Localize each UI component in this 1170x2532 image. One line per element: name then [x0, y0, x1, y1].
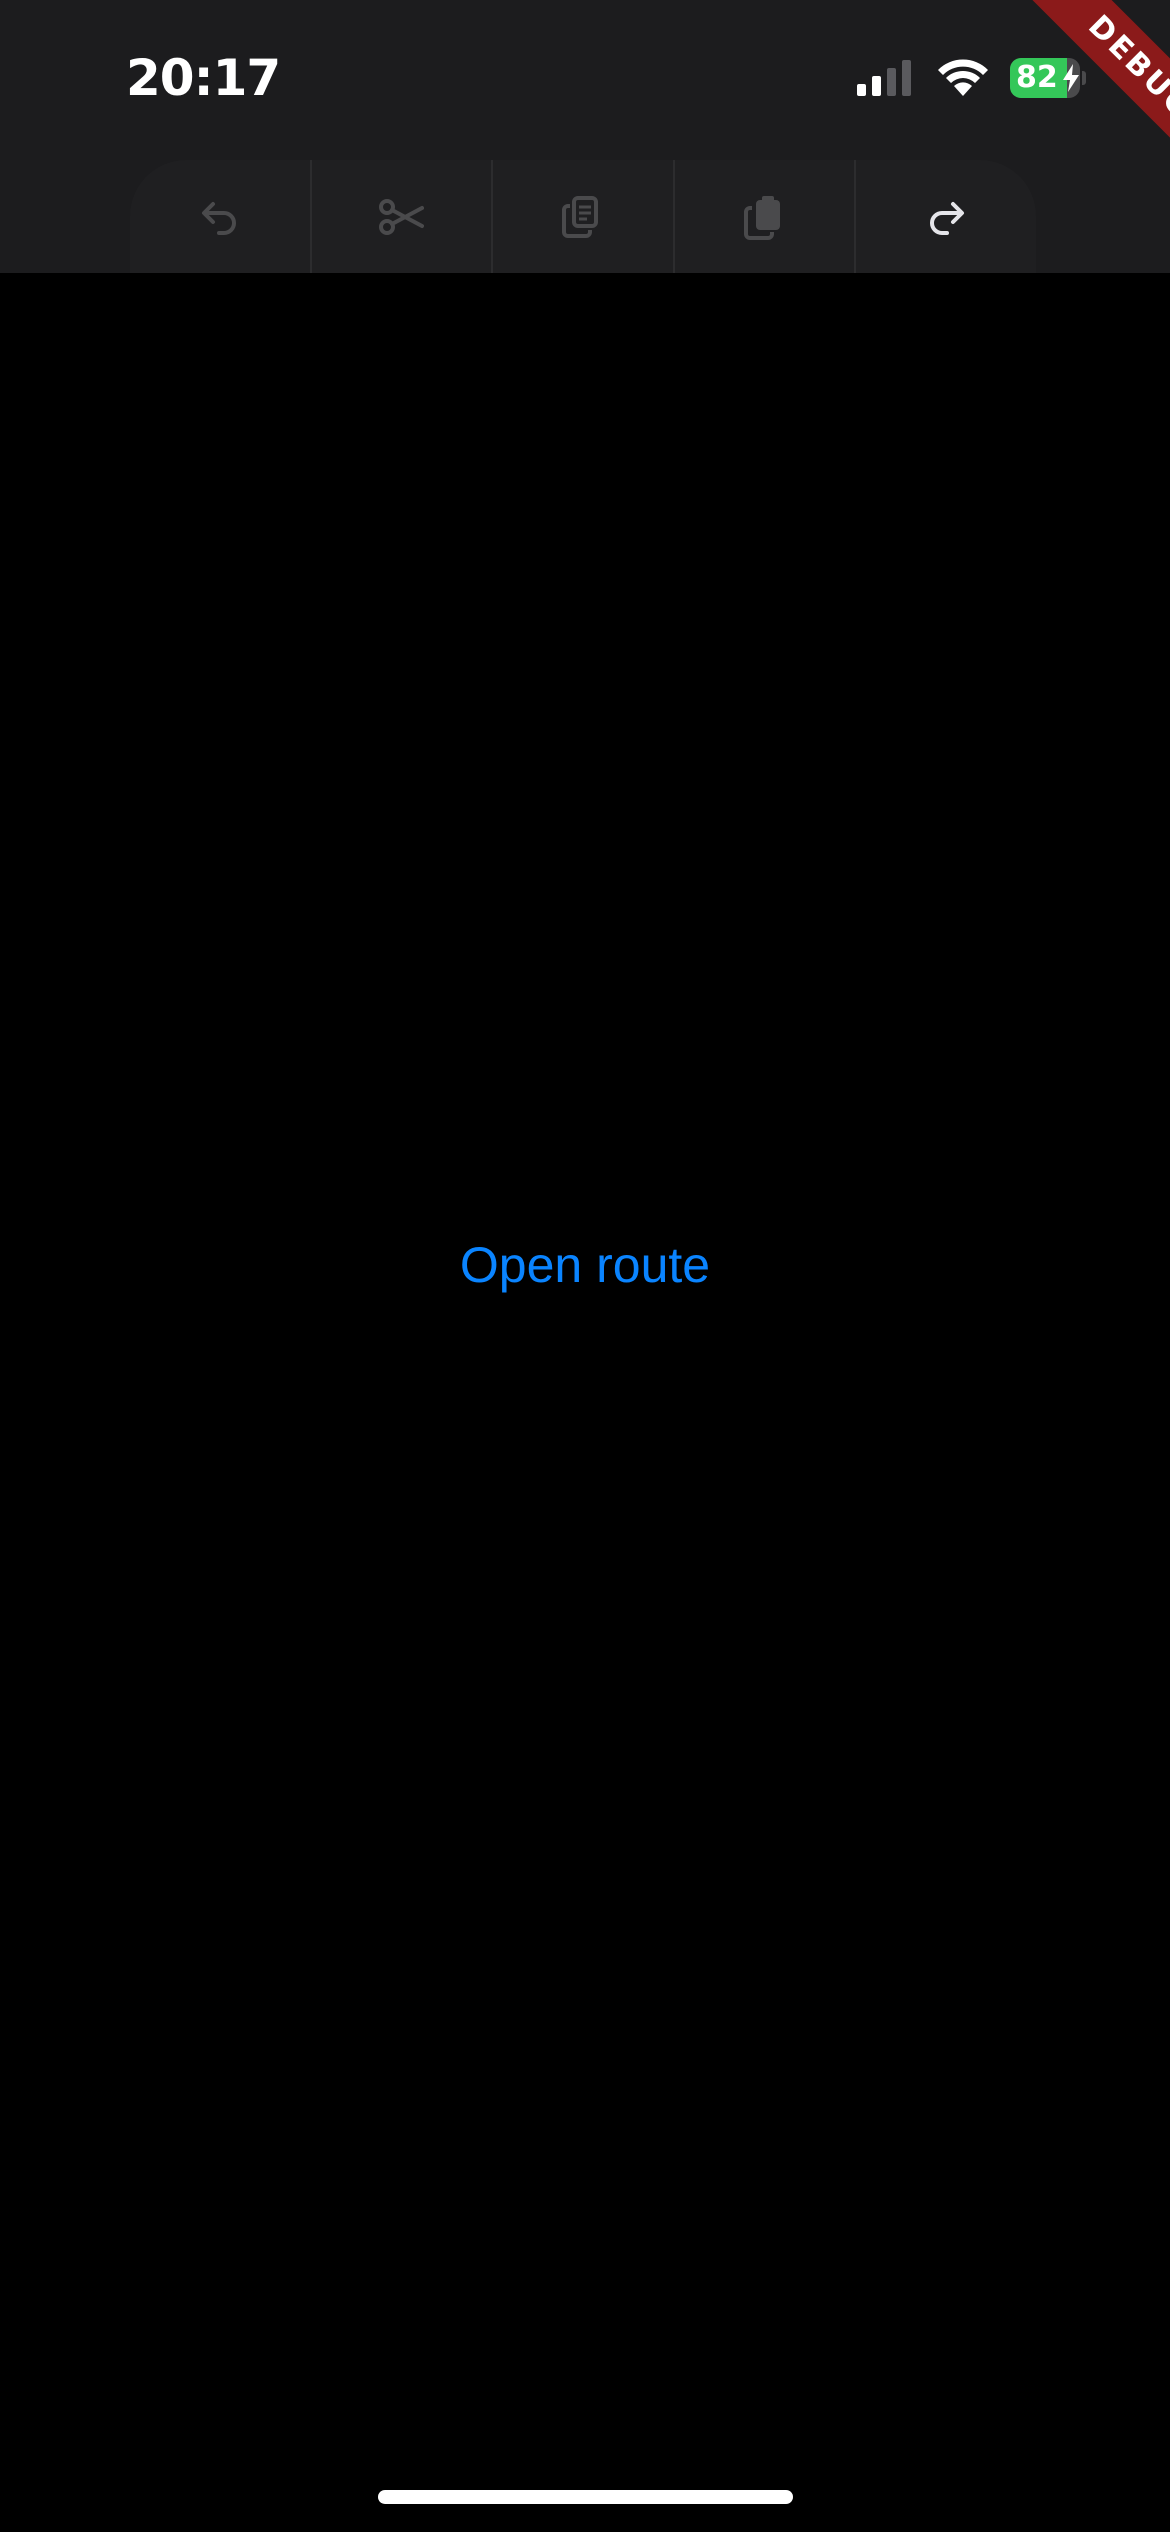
copy-button[interactable]: [493, 160, 675, 273]
edit-toolbar: [130, 160, 1036, 273]
status-time: 20:17: [126, 49, 281, 107]
paste-button[interactable]: [675, 160, 857, 273]
home-indicator[interactable]: [378, 2490, 793, 2504]
paste-icon: [743, 195, 780, 240]
open-route-button[interactable]: Open route: [0, 1230, 1170, 1300]
copy-icon: [561, 195, 598, 238]
undo-icon: [201, 201, 236, 235]
debug-label: DEBUG: [1014, 0, 1170, 194]
debug-banner: DEBUG: [970, 0, 1170, 200]
redo-icon: [930, 201, 965, 235]
signal-icon: [857, 60, 911, 96]
scissors-icon: [379, 198, 425, 235]
undo-button[interactable]: [130, 160, 312, 273]
cut-button[interactable]: [312, 160, 494, 273]
app-screen: 20:17 82 DEBUG Open route: [0, 0, 1170, 2532]
